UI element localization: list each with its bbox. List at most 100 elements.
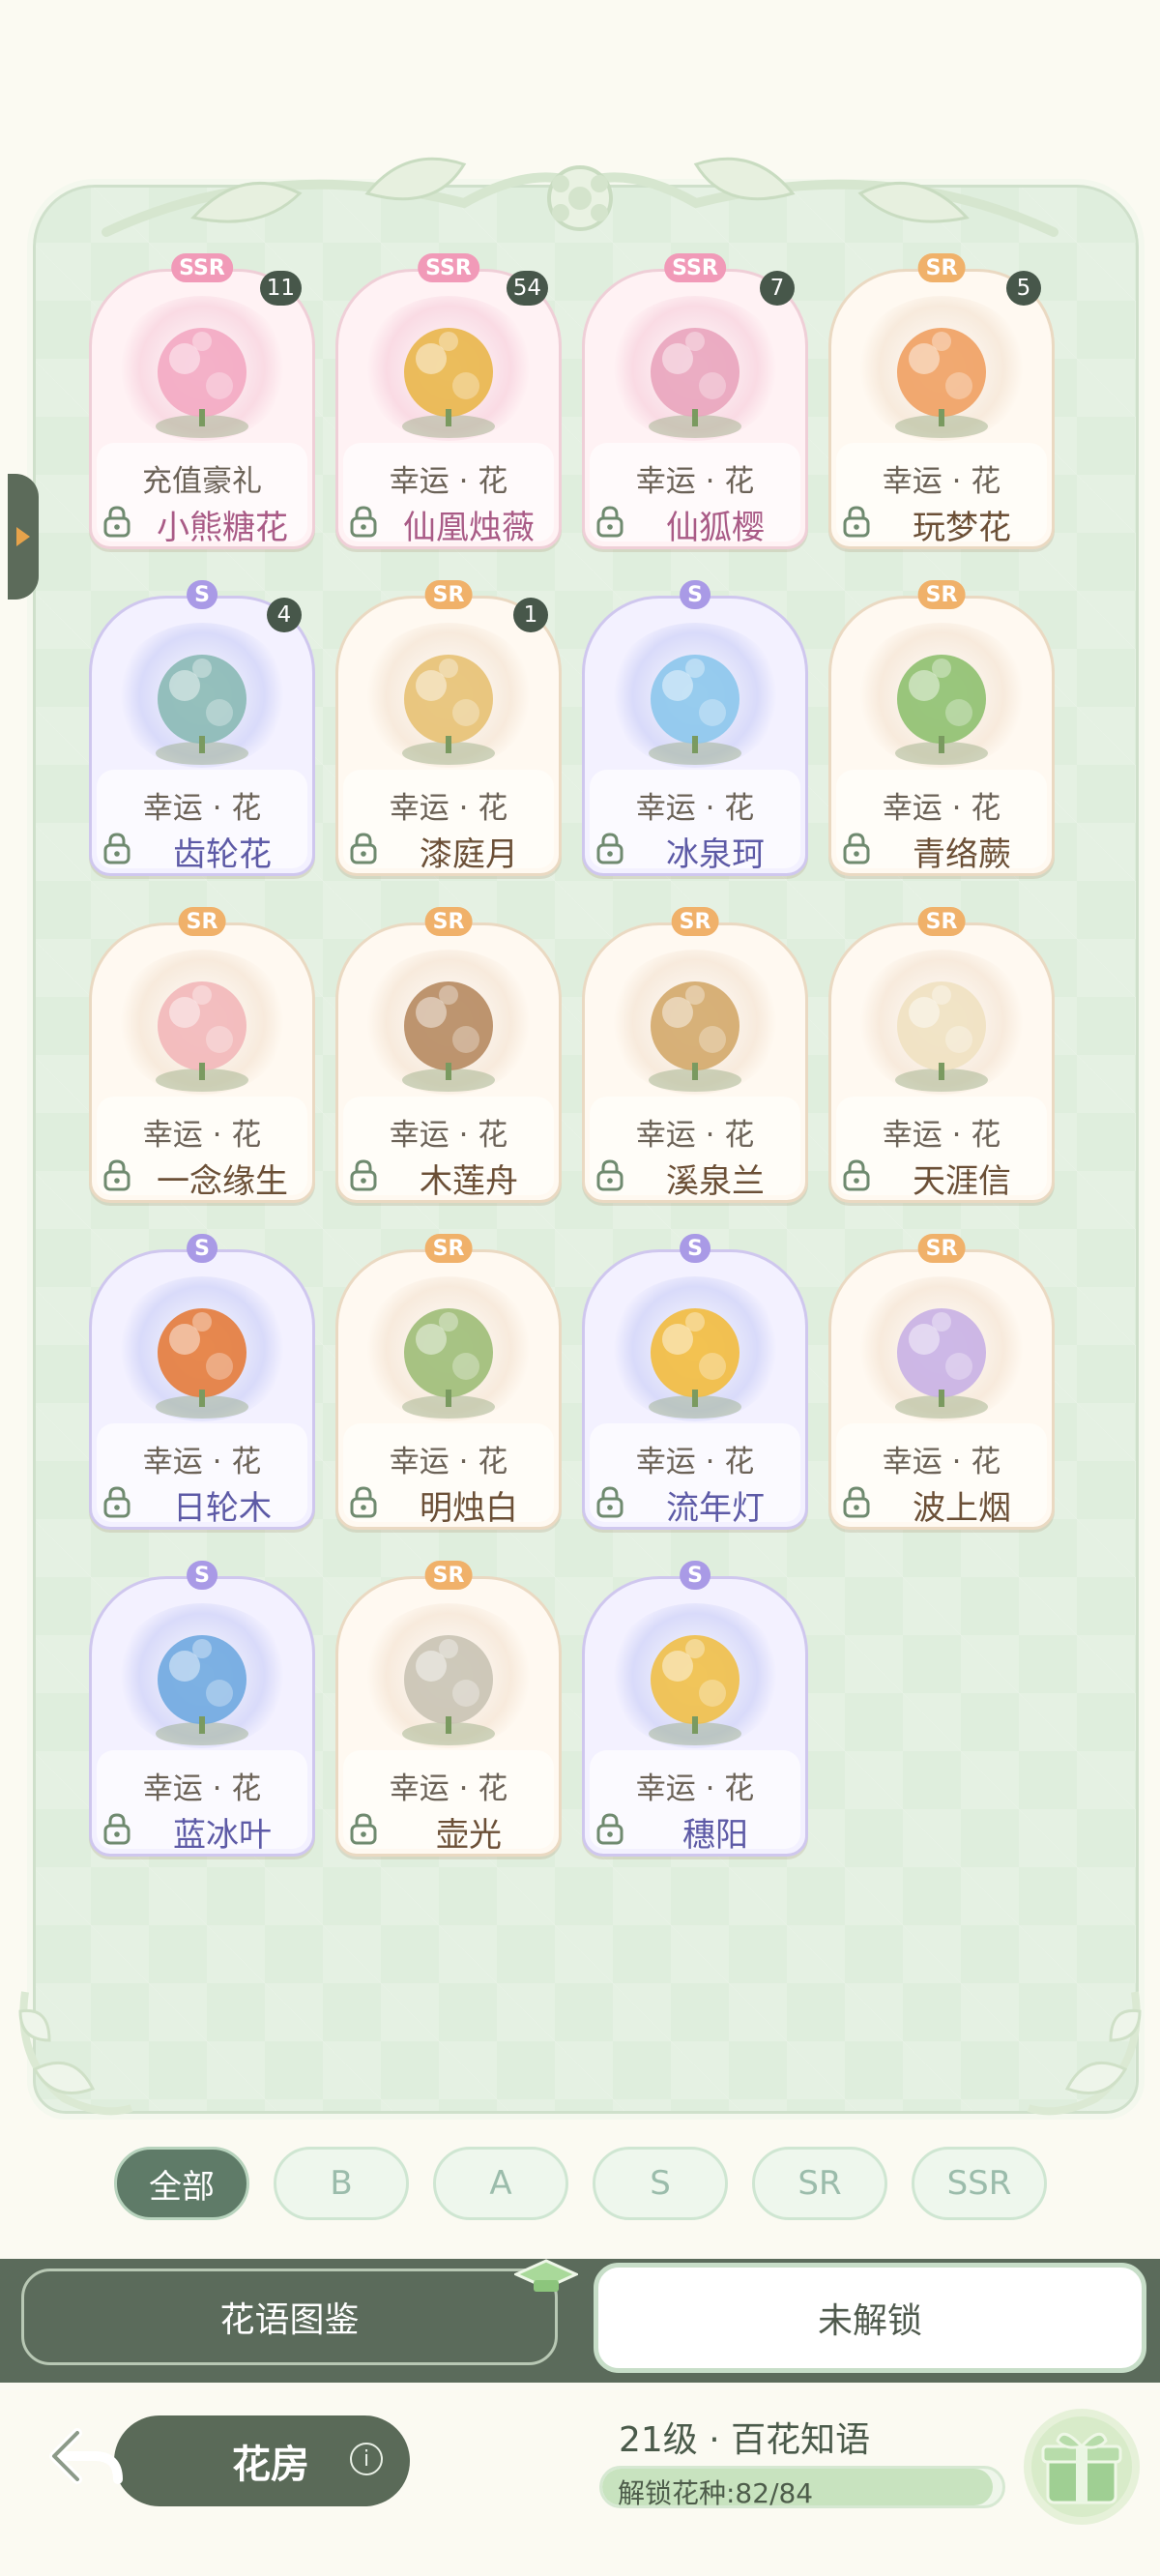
level-title: 21级 · 百花知语 <box>619 2420 871 2460</box>
lock-icon <box>103 1486 130 1518</box>
flower-name: 齿轮花 <box>173 835 272 874</box>
rarity-badge: SR <box>424 580 473 609</box>
flower-card[interactable]: SR 幸运 · 花 天涯信 <box>828 903 1055 1203</box>
flower-card[interactable]: SR 幸运 · 花 壶光 <box>335 1557 562 1857</box>
flower-card[interactable]: SR 幸运 · 花 明烛白 <box>335 1230 562 1530</box>
lantern-tree-icon <box>649 1308 741 1419</box>
rarity-badge: S <box>187 1234 218 1263</box>
white-lily-icon <box>402 1308 495 1419</box>
flower-card[interactable]: SR 幸运 · 花 木莲舟 <box>335 903 562 1203</box>
rarity-badge: SR <box>917 1234 966 1263</box>
flower-name: 小熊糖花 <box>157 509 288 547</box>
flower-name: 天涯信 <box>913 1162 1011 1201</box>
rarity-badge: SR <box>178 907 226 936</box>
card-subtitle: 幸运 · 花 <box>635 464 755 499</box>
ice-spring-icon <box>649 655 741 765</box>
owned-count-badge: 5 <box>1006 271 1041 306</box>
owned-count-badge: 7 <box>760 271 795 306</box>
rarity-badge: S <box>680 1561 710 1590</box>
rarity-badge: SR <box>917 580 966 609</box>
flower-name: 日轮木 <box>173 1489 272 1528</box>
bear-candy-icon <box>156 328 248 438</box>
flower-card[interactable]: SR 幸运 · 花 青络蕨 <box>828 576 1055 876</box>
flower-card[interactable]: SR 1 幸运 · 花 漆庭月 <box>335 576 562 876</box>
side-expand-tab[interactable] <box>8 474 39 600</box>
flower-name: 冰泉珂 <box>666 835 765 874</box>
flower-room-label: 花房 <box>232 2443 309 2487</box>
card-subtitle: 幸运 · 花 <box>142 1771 262 1806</box>
filter-sr[interactable]: SR <box>752 2147 887 2220</box>
golden-bloom-icon <box>649 1635 741 1745</box>
rarity-badge: SSR <box>418 253 479 282</box>
moon-pavilion-icon <box>402 655 495 765</box>
card-subtitle: 充值豪礼 <box>142 464 262 499</box>
fern-heart-icon <box>895 655 988 765</box>
info-icon[interactable]: i <box>350 2443 383 2475</box>
flower-card[interactable]: S 幸运 · 花 蓝冰叶 <box>89 1557 315 1857</box>
flower-card[interactable]: S 幸运 · 花 冰泉珂 <box>582 576 808 876</box>
stream-orchid-icon <box>649 981 741 1092</box>
flower-name: 明烛白 <box>420 1489 518 1528</box>
filter-a[interactable]: A <box>433 2147 568 2220</box>
card-subtitle: 幸运 · 花 <box>389 1771 508 1806</box>
lock-icon <box>350 833 377 864</box>
flower-card[interactable]: SR 幸运 · 花 波上烟 <box>828 1230 1055 1530</box>
card-subtitle: 幸运 · 花 <box>389 791 508 826</box>
flower-card[interactable]: SSR 11 充值豪礼 小熊糖花 <box>89 249 315 549</box>
flower-name: 溪泉兰 <box>666 1162 765 1201</box>
filter-b[interactable]: B <box>274 2147 409 2220</box>
rarity-badge: S <box>187 1561 218 1590</box>
tab-flower-codex[interactable]: 花语图鉴 <box>21 2269 558 2365</box>
flower-card[interactable]: S 幸运 · 花 日轮木 <box>89 1230 315 1530</box>
card-subtitle: 幸运 · 花 <box>882 1118 1001 1153</box>
corner-vine-icon <box>18 1991 133 2116</box>
phoenix-candle-icon <box>402 328 495 438</box>
flower-name: 木莲舟 <box>420 1162 518 1201</box>
unlock-progress-text: 解锁花种:82/84 <box>618 2477 814 2508</box>
lock-icon <box>350 1159 377 1191</box>
lock-icon <box>843 506 870 538</box>
flower-card[interactable]: S 幸运 · 花 穗阳 <box>582 1557 808 1857</box>
card-subtitle: 幸运 · 花 <box>142 1445 262 1479</box>
owned-count-badge: 54 <box>506 271 548 306</box>
bottom-tab-bar: 花语图鉴 未解锁 <box>0 2259 1160 2383</box>
card-subtitle: 幸运 · 花 <box>635 791 755 826</box>
card-subtitle: 幸运 · 花 <box>882 791 1001 826</box>
rarity-badge: SR <box>671 907 719 936</box>
tab-locked[interactable]: 未解锁 <box>594 2263 1146 2373</box>
card-subtitle: 幸运 · 花 <box>635 1118 755 1153</box>
fox-sakura-icon <box>649 328 741 438</box>
lock-icon <box>596 1159 624 1191</box>
flower-card[interactable]: SSR 7 幸运 · 花 仙狐樱 <box>582 249 808 549</box>
flower-card[interactable]: S 幸运 · 花 流年灯 <box>582 1230 808 1530</box>
flower-name: 穗阳 <box>682 1816 748 1855</box>
card-subtitle: 幸运 · 花 <box>389 1118 508 1153</box>
purple-orb-icon <box>895 1308 988 1419</box>
filter-all[interactable]: 全部 <box>114 2147 249 2220</box>
flower-name: 波上烟 <box>913 1489 1011 1528</box>
flower-card[interactable]: SR 5 幸运 · 花 玩梦花 <box>828 249 1055 549</box>
flower-card[interactable]: SR 幸运 · 花 一念缘生 <box>89 903 315 1203</box>
back-arrow-icon[interactable] <box>46 2423 124 2491</box>
flower-card[interactable]: SR 幸运 · 花 溪泉兰 <box>582 903 808 1203</box>
lock-icon <box>596 1486 624 1518</box>
lock-icon <box>103 833 130 864</box>
teapot-icon <box>402 1635 495 1745</box>
flower-name: 流年灯 <box>666 1489 765 1528</box>
sun-tree-icon <box>156 1308 248 1419</box>
gear-flower-icon <box>156 655 248 765</box>
card-subtitle: 幸运 · 花 <box>389 464 508 499</box>
gift-box-icon[interactable] <box>1019 2404 1145 2530</box>
corner-vine-icon <box>1027 1991 1142 2116</box>
flower-name: 壶光 <box>436 1816 502 1855</box>
flower-name: 玩梦花 <box>913 509 1011 547</box>
footer: 花房 i 21级 · 百花知语 解锁花种:82/84 <box>0 2383 1160 2576</box>
filter-ssr[interactable]: SSR <box>912 2147 1047 2220</box>
heart-frame-icon <box>156 981 248 1092</box>
graduation-cap-icon <box>514 2259 578 2292</box>
owned-count-badge: 1 <box>513 598 548 632</box>
filter-s[interactable]: S <box>593 2147 728 2220</box>
rarity-badge: SSR <box>171 253 233 282</box>
flower-card[interactable]: SSR 54 幸运 · 花 仙凰烛薇 <box>335 249 562 549</box>
flower-card[interactable]: S 4 幸运 · 花 齿轮花 <box>89 576 315 876</box>
